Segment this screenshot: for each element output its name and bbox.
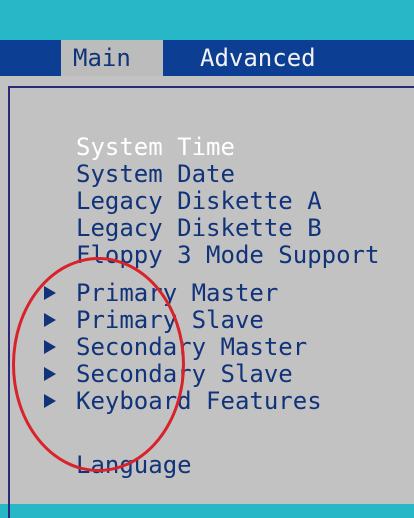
tab-advanced[interactable]: Advanced <box>200 40 370 76</box>
menu-item-legacy-diskette-a[interactable]: Legacy Diskette A <box>76 187 322 215</box>
bios-menubar: Main Advanced <box>0 40 414 76</box>
menu-item-system-date[interactable]: System Date <box>76 160 235 188</box>
menu-item-legacy-diskette-b[interactable]: Legacy Diskette B <box>76 214 322 242</box>
highlight-circle <box>12 257 185 472</box>
menu-item-system-time[interactable]: System Time <box>76 133 235 161</box>
top-band <box>0 0 414 40</box>
tab-main[interactable]: Main <box>61 40 163 76</box>
